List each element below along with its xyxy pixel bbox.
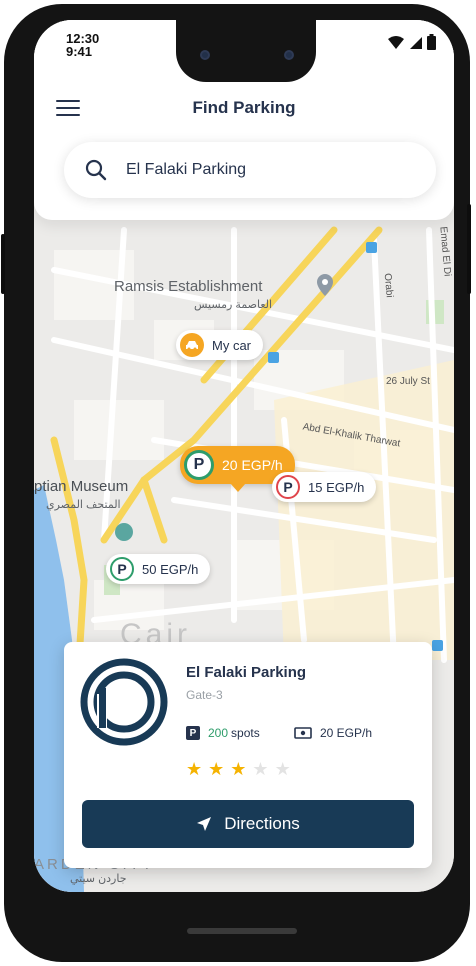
star-filled-icon: ★	[230, 759, 247, 779]
power-button	[467, 204, 471, 294]
spots-label: spots	[231, 726, 260, 740]
map-label-ramsis: Ramsis Establishment	[114, 278, 263, 295]
selected-pin-price: 20 EGP/h	[222, 457, 283, 473]
page-title: Find Parking	[192, 98, 296, 117]
map-label-ramsis-ar: العاصمة رمسيس	[194, 299, 273, 311]
parking-icon: P	[276, 475, 300, 499]
phone-frame: Ramsis Establishment العاصمة رمسيس ptian…	[1, 4, 471, 962]
parking-icon: P	[184, 450, 214, 480]
street-orabi: Orabi	[381, 272, 395, 299]
star-filled-icon: ★	[208, 759, 225, 779]
star-empty-icon: ★	[252, 759, 269, 779]
screen: Ramsis Establishment العاصمة رمسيس ptian…	[34, 20, 454, 892]
star-filled-icon: ★	[186, 759, 203, 779]
directions-button[interactable]: Directions	[82, 800, 414, 848]
star-empty-icon: ★	[274, 759, 291, 779]
price-per-hour: 20 EGP/h	[320, 726, 373, 740]
parking-pin-50-price: 50 EGP/h	[142, 561, 199, 577]
street-26-july: 26 July St	[386, 376, 430, 387]
battery-icon	[427, 34, 436, 50]
directions-label: Directions	[224, 814, 300, 833]
search-input[interactable]	[126, 156, 416, 184]
my-car-label: My car	[212, 337, 251, 353]
search-icon	[85, 159, 107, 181]
parking-square-icon: P	[186, 726, 200, 740]
map-label-museum-ar: المتحف المصري	[46, 499, 121, 511]
parking-name: El Falaki Parking	[186, 664, 307, 681]
parking-pin-15[interactable]: P 15 EGP/h	[272, 472, 377, 502]
cash-icon	[294, 727, 312, 739]
volume-button	[1, 234, 5, 294]
home-indicator	[187, 928, 297, 934]
navigation-arrow-icon	[197, 817, 212, 831]
camera-notch	[176, 20, 316, 82]
sensor-icon	[284, 50, 294, 60]
status-icons	[387, 34, 436, 50]
rating-stars: ★ ★ ★ ★ ★	[186, 760, 291, 778]
wifi-icon	[388, 36, 404, 49]
price-info: 20 EGP/h	[294, 726, 372, 740]
status-time: 12:30 9:41	[66, 32, 99, 58]
spots-info: P 200 spots	[186, 726, 260, 740]
parking-gate: Gate-3	[186, 688, 223, 702]
car-icon	[180, 333, 204, 357]
my-car-pin[interactable]: My car	[176, 330, 263, 360]
map-label-garden-city-ar: جاردن سيتي	[70, 873, 127, 885]
camera-icon	[200, 50, 210, 60]
parking-icon: P	[110, 557, 134, 581]
parking-logo	[80, 658, 168, 746]
signal-icon	[410, 37, 422, 49]
parking-detail-card[interactable]: El Falaki Parking Gate-3 P 200 spots 20 …	[64, 642, 432, 868]
status-time-secondary: 9:41	[66, 44, 93, 59]
map-label-museum: ptian Museum	[34, 478, 129, 495]
search-bar[interactable]	[64, 142, 436, 198]
parking-pin-50[interactable]: P 50 EGP/h	[106, 554, 211, 584]
parking-pin-15-price: 15 EGP/h	[308, 479, 365, 495]
spots-count: 200	[208, 726, 229, 740]
